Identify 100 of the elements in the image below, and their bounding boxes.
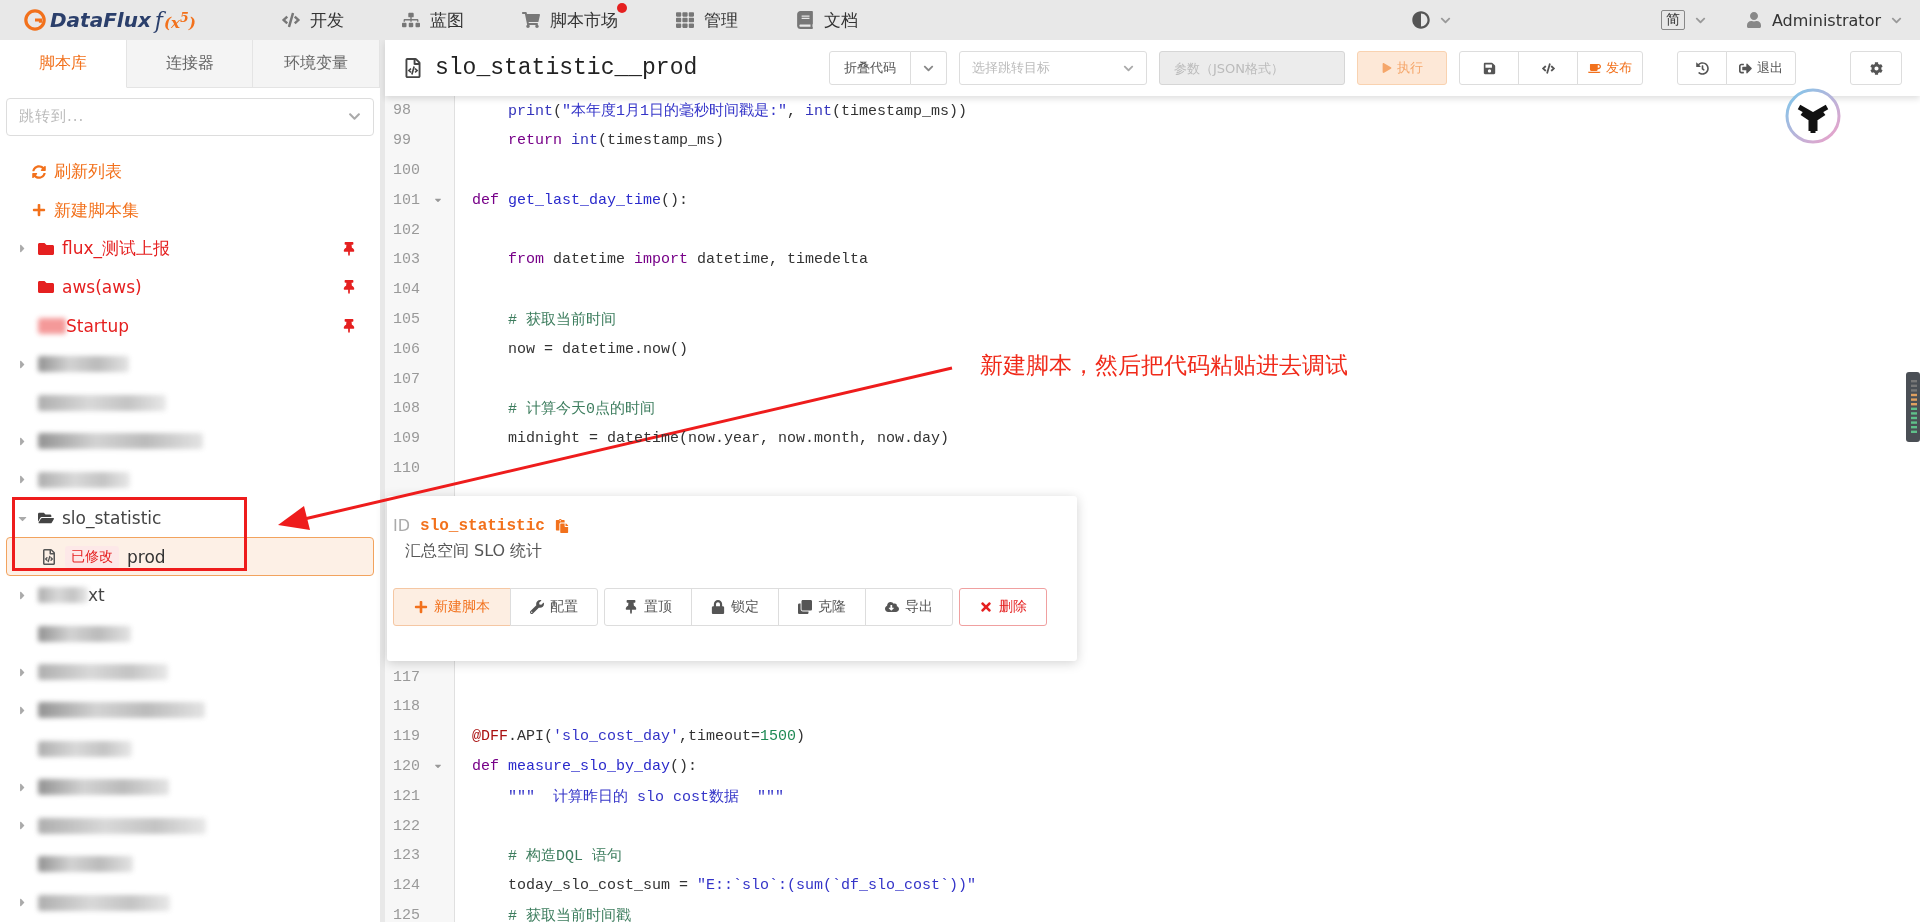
- plus-icon: [32, 203, 46, 218]
- blurred-text: [38, 587, 88, 604]
- line-number: 105: [393, 310, 421, 328]
- code-line: # 获取当前时间: [507, 310, 616, 329]
- line-number: 110: [393, 459, 421, 477]
- language-button[interactable]: 简: [1660, 10, 1685, 30]
- line-number: 119: [393, 728, 421, 746]
- nav-link[interactable]: 文档: [796, 8, 858, 32]
- folder-icon: [38, 240, 54, 257]
- line-number: 120: [393, 757, 421, 775]
- level-meter-icon: [1906, 372, 1920, 442]
- exit-icon: [1739, 61, 1752, 75]
- code-line: @DFF.API('slo_cost_day',timeout=1500): [471, 728, 806, 746]
- pin-icon: [624, 600, 638, 614]
- close-icon: [979, 600, 993, 614]
- line-number: 118: [393, 698, 421, 716]
- nav-link[interactable]: 脚本市场: [522, 8, 618, 32]
- settings-button[interactable]: [1850, 51, 1902, 85]
- logo-text: DataFlux: [50, 8, 151, 32]
- code-line: def measure_slo_by_day():: [471, 757, 698, 775]
- script-set-id: slo_statistic: [420, 516, 545, 535]
- line-number: 100: [393, 162, 421, 179]
- code-line: # 计算今天0点的时间: [507, 399, 655, 419]
- folder-name[interactable]: xt: [88, 585, 105, 606]
- line-number: 103: [393, 251, 421, 269]
- blurred-text: [38, 317, 66, 334]
- code-line: # 获取当前时间戳: [507, 906, 631, 922]
- play-icon: [1381, 63, 1392, 73]
- line-number: 107: [393, 370, 421, 388]
- line-number: 101: [393, 191, 421, 209]
- line-number: 117: [393, 668, 421, 686]
- line-number: 109: [393, 430, 421, 448]
- logo-icon: [24, 9, 46, 31]
- line-number: 108: [393, 400, 421, 418]
- code-line: return int(timestamp_ms): [507, 132, 725, 150]
- folder-name[interactable]: Startup: [66, 315, 130, 336]
- exit-button[interactable]: 退出: [1726, 51, 1796, 85]
- code-line: from datetime import datetime, timedelta: [507, 251, 869, 269]
- code-file-icon: [403, 58, 423, 78]
- folder-icon: [38, 279, 54, 296]
- modified-badge: 已修改: [65, 545, 119, 568]
- copy-icon[interactable]: [554, 518, 569, 533]
- line-number: 104: [393, 281, 421, 299]
- refresh-icon: [32, 164, 46, 179]
- wrench-icon: [530, 600, 544, 614]
- copy-icon: [798, 600, 812, 614]
- sidebar-tab[interactable]: 环境变量: [253, 40, 380, 88]
- action-button[interactable]: 配置: [510, 588, 598, 626]
- folder-name[interactable]: slo_statistic: [62, 508, 162, 529]
- script-set-description: 汇总空间 SLO 统计: [405, 541, 544, 562]
- logo-formula: f(x$^{5}$): [154, 7, 196, 33]
- line-number: 124: [393, 877, 421, 895]
- history-button[interactable]: [1677, 51, 1727, 85]
- action-button[interactable]: 置顶: [604, 588, 692, 626]
- cup-icon: [1588, 61, 1601, 75]
- annotation-text: 新建脚本，然后把代码粘贴进去调试: [980, 351, 1348, 380]
- theme-toggle[interactable]: [1411, 11, 1451, 29]
- line-number: 125: [393, 906, 421, 922]
- folder-name[interactable]: aws(aws): [62, 277, 142, 298]
- script-title: slo_statistic__prod: [435, 55, 698, 81]
- line-number: 121: [393, 787, 421, 805]
- settings-icon: [1869, 61, 1883, 75]
- line-number: 106: [393, 340, 421, 358]
- nav-link[interactable]: 管理: [676, 8, 738, 32]
- grid-icon: [676, 11, 694, 29]
- contrast-icon: [1411, 11, 1430, 29]
- history-icon: [1695, 61, 1709, 75]
- line-number: 123: [393, 847, 421, 865]
- action-button[interactable]: 删除: [959, 588, 1047, 626]
- save-button[interactable]: [1459, 51, 1519, 85]
- line-number: 99: [393, 132, 412, 150]
- nav-link[interactable]: 蓝图: [402, 8, 464, 32]
- lock-icon: [711, 600, 725, 614]
- code-icon: [1541, 61, 1555, 75]
- nav-link[interactable]: 开发: [282, 8, 344, 32]
- line-number: 102: [393, 221, 421, 239]
- code-line: print("本年度1月1日的毫秒时间戳是:", int(timestamp_ms)): [507, 101, 968, 121]
- action-button[interactable]: 锁定: [691, 588, 779, 626]
- cloud-download-icon: [885, 600, 899, 614]
- save-icon: [1482, 61, 1496, 75]
- code-file-icon: [41, 548, 57, 565]
- plus-icon: [414, 600, 428, 614]
- cart-icon: [522, 11, 540, 29]
- action-button[interactable]: 导出: [865, 588, 953, 626]
- user-menu[interactable]: Administrator: [1745, 10, 1902, 30]
- code-line: def get_last_day_time():: [471, 191, 689, 209]
- user-icon: [1745, 12, 1762, 28]
- floating-assistant-icon[interactable]: [1784, 87, 1842, 145]
- dropdown-button[interactable]: [911, 51, 947, 85]
- book-icon: [796, 11, 814, 29]
- action-button[interactable]: 克隆: [778, 588, 866, 626]
- fold-code-button[interactable]: 折叠代码: [829, 51, 911, 85]
- code-line: # 构造DQL 语句: [507, 846, 622, 866]
- id-label: ID: [393, 516, 411, 535]
- sidebar-tab[interactable]: 连接器: [126, 40, 254, 88]
- line-number: 98: [393, 102, 412, 120]
- script-item[interactable]: 已修改 prod: [6, 537, 374, 576]
- code-line: """ 计算昨日的 slo cost数据 """: [507, 787, 785, 806]
- code-line: now = datetime.now(): [507, 340, 689, 358]
- folder-name[interactable]: flux_测试上报: [62, 237, 171, 261]
